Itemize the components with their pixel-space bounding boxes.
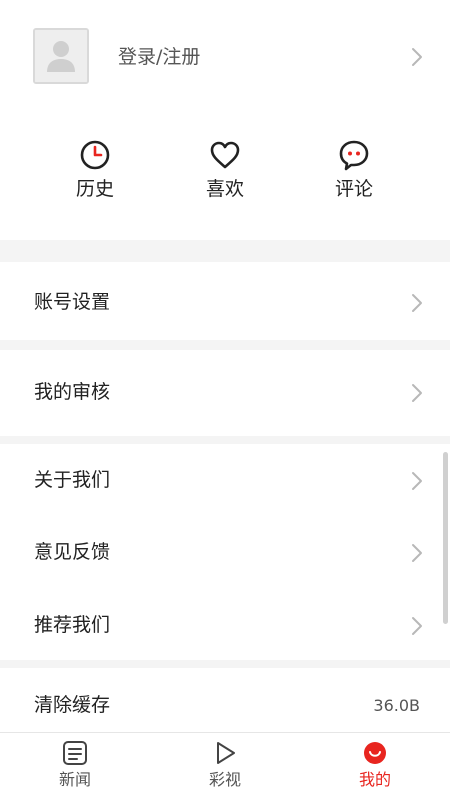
- quick-action-like[interactable]: 喜欢: [180, 138, 270, 208]
- profile-page: 登录/注册 历史 喜欢 评论 账号设置 我的审核 关于我们 意见反馈 推荐我们 …: [0, 0, 450, 800]
- menu-item-label: 推荐我们: [34, 614, 111, 636]
- tab-label: 我的: [358, 770, 391, 789]
- menu-item-account-settings[interactable]: 账号设置: [0, 262, 450, 340]
- quick-action-label: 喜欢: [205, 178, 244, 200]
- news-icon: [61, 739, 89, 767]
- menu-group-about: 关于我们 意见反馈 推荐我们: [0, 444, 450, 660]
- menu-item-feedback[interactable]: 意见反馈: [0, 516, 450, 588]
- menu-item-label: 意见反馈: [34, 541, 111, 563]
- menu-item-label: 我的审核: [34, 381, 111, 403]
- menu-item-label: 关于我们: [34, 469, 111, 491]
- chevron-right-icon: [411, 293, 423, 313]
- quick-action-comment[interactable]: 评论: [309, 138, 399, 208]
- tab-news[interactable]: 新闻: [15, 733, 135, 800]
- clock-icon: [78, 138, 112, 172]
- menu-item-recommend-us[interactable]: 推荐我们: [0, 588, 450, 660]
- tab-label: 新闻: [58, 770, 91, 789]
- scrollbar-thumb[interactable]: [443, 452, 448, 624]
- chevron-right-icon: [411, 471, 423, 491]
- play-icon: [211, 739, 239, 767]
- menu-item-my-review[interactable]: 我的审核: [0, 350, 450, 436]
- bottom-tab-bar: 新闻 彩视 我的: [0, 732, 450, 800]
- menu-item-clear-cache[interactable]: 清除缓存 36.0B: [0, 668, 450, 732]
- login-register-link[interactable]: 登录/注册: [118, 44, 200, 70]
- avatar-placeholder-icon: [35, 30, 87, 82]
- quick-action-history[interactable]: 历史: [50, 138, 140, 208]
- quick-action-label: 历史: [75, 178, 114, 200]
- comment-icon: [337, 138, 371, 172]
- chevron-right-icon: [411, 383, 423, 403]
- profile-header: 登录/注册 历史 喜欢 评论: [0, 0, 450, 240]
- cache-size-value: 36.0B: [373, 696, 420, 715]
- quick-action-label: 评论: [334, 178, 373, 200]
- tab-video[interactable]: 彩视: [165, 733, 285, 800]
- chevron-right-icon: [411, 543, 423, 563]
- menu-item-label: 账号设置: [34, 291, 111, 313]
- chevron-right-icon: [411, 616, 423, 636]
- me-icon: [361, 739, 389, 767]
- avatar[interactable]: [33, 28, 89, 84]
- menu-item-about-us[interactable]: 关于我们: [0, 444, 450, 516]
- chevron-right-icon: [411, 47, 423, 67]
- heart-icon: [208, 138, 242, 172]
- tab-label: 彩视: [208, 770, 241, 789]
- tab-me[interactable]: 我的: [315, 733, 435, 800]
- menu-item-label: 清除缓存: [34, 694, 111, 716]
